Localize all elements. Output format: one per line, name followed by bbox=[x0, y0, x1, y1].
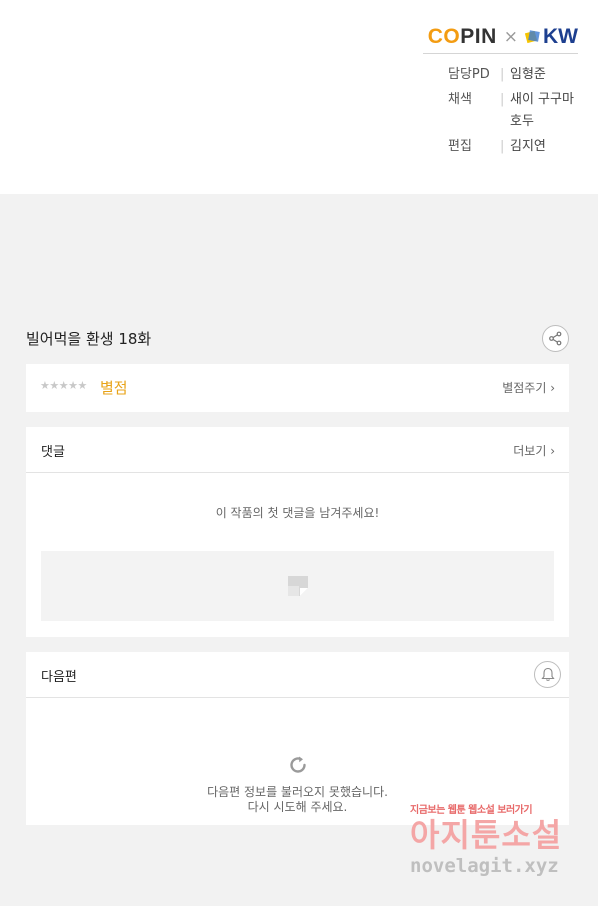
star-rating-icon[interactable]: ★★★★★ bbox=[40, 379, 87, 392]
credit-separator: | bbox=[500, 67, 505, 82]
rating-card: ★★★★★ 별점 별점주기 › bbox=[26, 364, 569, 412]
error-line: 다음편 정보를 불러오지 못했습니다. bbox=[207, 785, 388, 799]
comment-input-box[interactable] bbox=[41, 551, 554, 621]
episode-title: 빌어먹을 환생 18화 bbox=[26, 330, 152, 348]
credit-row-edit: 편집 | 김지연 bbox=[448, 136, 584, 158]
rating-label: 별점 bbox=[100, 379, 128, 397]
reload-icon[interactable] bbox=[288, 755, 308, 775]
credit-role: 편집 bbox=[448, 139, 472, 154]
kw-logo: KW bbox=[525, 25, 578, 49]
watermark-tagline: 지금보는 웹툰 웹소설 보러가기 bbox=[410, 805, 533, 816]
watermark-name: 아지툰소설 bbox=[410, 816, 563, 854]
credit-role: 채색 bbox=[448, 92, 472, 107]
credit-row-pd: 담당PD | 임형준 bbox=[448, 64, 584, 86]
rate-button[interactable]: 별점주기 › bbox=[502, 379, 555, 396]
credit-role: 담당PD bbox=[448, 67, 490, 82]
kw-logo-mark-icon bbox=[525, 30, 540, 44]
credit-row-color: 채색 | 새이 구구마 호두 bbox=[448, 89, 584, 133]
credits-panel: COPIN × KW 담당PD | 임형준 채색 | 새이 구구마 호두 편집 … bbox=[0, 0, 598, 194]
credit-names: 새이 구구마 호두 bbox=[510, 92, 574, 129]
next-episode-title: 다음편 bbox=[41, 670, 77, 685]
next-episode-header: 다음편 bbox=[26, 652, 569, 698]
share-icon bbox=[549, 331, 562, 346]
credit-separator: | bbox=[500, 139, 505, 154]
bell-icon bbox=[540, 667, 555, 681]
empty-comments-message: 이 작품의 첫 댓글을 남겨주세요! bbox=[215, 506, 380, 520]
credits-list: 담당PD | 임형준 채색 | 새이 구구마 호두 편집 | 김지연 bbox=[448, 64, 584, 158]
watermark-url: novelagit.xyz bbox=[410, 855, 559, 877]
comments-title: 댓글 bbox=[41, 445, 65, 460]
credit-names: 김지연 bbox=[510, 139, 546, 154]
credit-separator: | bbox=[500, 92, 505, 107]
comments-more-button[interactable]: 더보기 › bbox=[513, 442, 555, 459]
next-episode-card: 다음편 다음편 정보를 불러오지 못했습니다. 다시 시도해 주세요. bbox=[26, 652, 569, 825]
comments-card: 댓글 더보기 › 이 작품의 첫 댓글을 남겨주세요! bbox=[26, 427, 569, 637]
publisher-logos: COPIN × KW bbox=[428, 22, 578, 52]
share-button[interactable] bbox=[542, 325, 569, 352]
site-watermark: 지금보는 웹툰 웹소설 보러가기 아지툰소설 novelagit.xyz bbox=[410, 801, 580, 891]
logo-separator: × bbox=[503, 27, 518, 47]
copin-logo: COPIN bbox=[427, 25, 497, 48]
comments-header: 댓글 더보기 › bbox=[26, 427, 569, 473]
credit-names: 임형준 bbox=[510, 67, 546, 82]
notify-button[interactable] bbox=[534, 661, 561, 688]
logo-divider bbox=[423, 53, 578, 54]
comment-write-icon bbox=[288, 576, 308, 596]
